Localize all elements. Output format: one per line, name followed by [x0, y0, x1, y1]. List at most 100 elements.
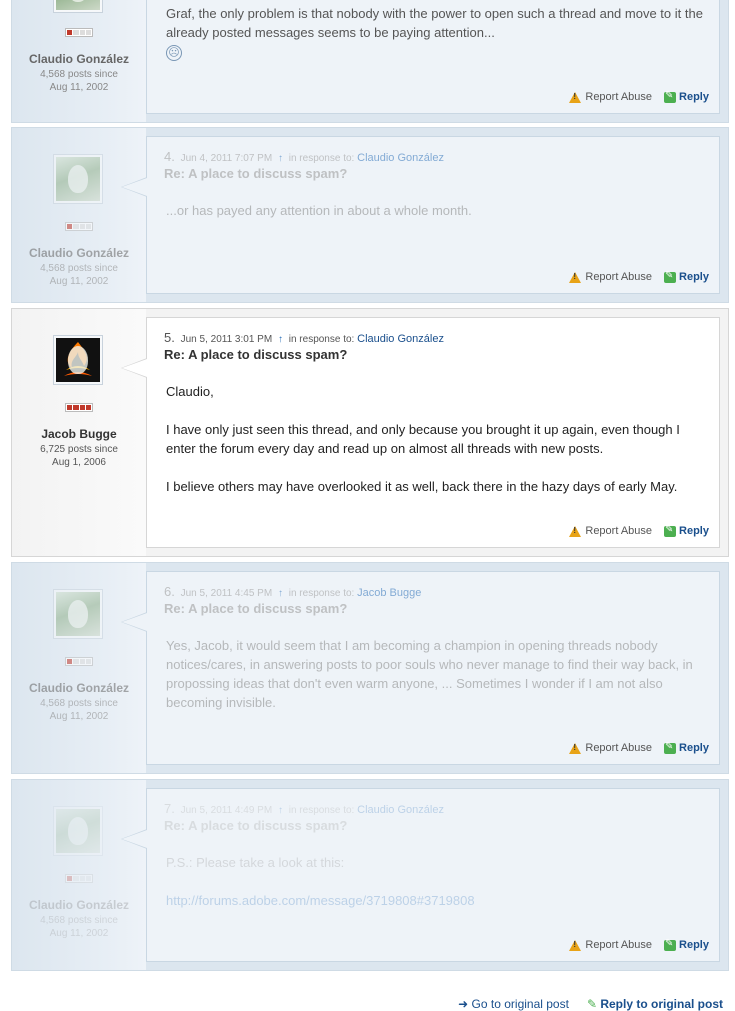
author-name[interactable]: Jacob Bugge	[12, 427, 146, 441]
message-line: I believe others may have overlooked it …	[166, 479, 678, 494]
in-response-label: in response to:	[288, 334, 355, 345]
message-line: notices/cares, in answering posts to poo…	[166, 657, 693, 672]
author-panel: Jacob Bugge 6,725 posts since Aug 1, 200…	[12, 309, 146, 556]
author-posts: 4,568 posts since	[40, 915, 118, 926]
author-panel: Claudio González 4,568 posts since Aug 1…	[12, 563, 146, 773]
avatar[interactable]	[53, 154, 103, 204]
response-to-link[interactable]: Jacob Bugge	[357, 587, 421, 599]
message-text: Graf, the only problem is that nobody wi…	[166, 4, 705, 61]
message-text: Yes, Jacob, it would seem that I am beco…	[166, 636, 705, 712]
post-3: Claudio González 4,568 posts since Aug 1…	[11, 0, 729, 123]
message-line: already posted messages seems to be payi…	[166, 25, 495, 40]
author-posts: 6,725 posts since	[40, 444, 118, 455]
author-since: Aug 11, 2002	[49, 276, 109, 287]
post-actions: Report Abuse Reply	[569, 938, 709, 951]
reply-link[interactable]: Reply	[664, 90, 709, 103]
post-5: Jacob Bugge 6,725 posts since Aug 1, 200…	[11, 308, 729, 557]
post-actions: Report Abuse Reply	[569, 524, 709, 537]
reply-link[interactable]: Reply	[664, 524, 709, 537]
reply-link[interactable]: Reply	[664, 938, 709, 951]
author-name[interactable]: Claudio González	[12, 898, 146, 912]
post-7: Claudio González 4,568 posts since Aug 1…	[11, 779, 729, 971]
response-to-link[interactable]: Claudio González	[357, 152, 444, 164]
post-meta: 7. Jun 5, 2011 4:49 PM ↑ in response to:…	[164, 801, 444, 816]
message-line: I have only just seen this thread, and o…	[166, 422, 680, 437]
message-line: Yes, Jacob, it would seem that I am beco…	[166, 638, 658, 653]
warning-icon	[569, 271, 582, 283]
post-subject[interactable]: Re: A place to discuss spam?	[164, 818, 347, 833]
post-6: Claudio González 4,568 posts since Aug 1…	[11, 562, 729, 774]
post-subject[interactable]: Re: A place to discuss spam?	[164, 166, 347, 181]
avatar[interactable]	[53, 335, 103, 385]
post-body: 5. Jun 5, 2011 3:01 PM ↑ in response to:…	[121, 317, 720, 548]
rank-meter	[65, 657, 93, 666]
reply-icon	[664, 938, 677, 951]
post-actions: Report Abuse Reply	[569, 90, 709, 103]
post-subject[interactable]: Re: A place to discuss spam?	[164, 601, 347, 616]
reply-icon	[664, 524, 677, 537]
author-since: Aug 11, 2002	[49, 82, 109, 93]
post-number: 5.	[164, 330, 175, 345]
message-line: enter the forum every day and read up on…	[166, 441, 604, 456]
warning-icon	[569, 939, 582, 951]
author-since: Aug 1, 2006	[52, 457, 106, 468]
report-abuse-link[interactable]: Report Abuse	[569, 271, 652, 283]
report-abuse-link[interactable]: Report Abuse	[569, 91, 652, 103]
message-line: Graf, the only problem is that nobody wi…	[166, 6, 703, 21]
post-date: Jun 4, 2011 7:07 PM	[180, 153, 273, 164]
rank-meter	[65, 874, 93, 883]
author-panel: Claudio González 4,568 posts since Aug 1…	[12, 0, 146, 122]
arrow-up-icon[interactable]: ↑	[278, 153, 283, 164]
response-to-link[interactable]: Claudio González	[357, 804, 444, 816]
avatar[interactable]	[53, 589, 103, 639]
post-date: Jun 5, 2011 3:01 PM	[180, 334, 273, 345]
in-response-label: in response to:	[288, 805, 355, 816]
post-body: 6. Jun 5, 2011 4:45 PM ↑ in response to:…	[121, 571, 720, 765]
flame-logo-icon	[64, 342, 92, 376]
author-name[interactable]: Claudio González	[12, 52, 146, 66]
arrow-up-icon[interactable]: ↑	[278, 588, 283, 599]
report-abuse-link[interactable]: Report Abuse	[569, 742, 652, 754]
warning-icon	[569, 91, 582, 103]
rank-meter	[65, 222, 93, 231]
report-abuse-link[interactable]: Report Abuse	[569, 939, 652, 951]
author-panel: Claudio González 4,568 posts since Aug 1…	[12, 128, 146, 302]
arrow-up-icon[interactable]: ↑	[278, 805, 283, 816]
post-4: Claudio González 4,568 posts since Aug 1…	[11, 127, 729, 303]
author-name[interactable]: Claudio González	[12, 246, 146, 260]
author-name[interactable]: Claudio González	[12, 681, 146, 695]
message-text: ...or has payed any attention in about a…	[166, 203, 472, 218]
message-line: propossing ideas that don't even warm an…	[166, 676, 663, 691]
in-response-label: in response to:	[288, 588, 355, 599]
reply-link[interactable]: Reply	[664, 741, 709, 754]
author-posts: 4,568 posts since	[40, 69, 118, 80]
in-response-label: in response to:	[288, 153, 355, 164]
message-line: becoming invisible.	[166, 695, 276, 710]
author-panel: Claudio González 4,568 posts since Aug 1…	[12, 780, 146, 970]
arrow-up-icon[interactable]: ↑	[278, 334, 283, 345]
message-text: Claudio, I have only just seen this thre…	[166, 382, 705, 496]
author-posts: 4,568 posts since	[40, 263, 118, 274]
reply-link[interactable]: Reply	[664, 270, 709, 283]
post-subject[interactable]: Re: A place to discuss spam?	[164, 347, 347, 362]
response-to-link[interactable]: Claudio González	[357, 333, 444, 345]
post-body: Graf, the only problem is that nobody wi…	[146, 0, 720, 114]
message-text: P.S.: Please take a look at this: http:/…	[166, 853, 705, 910]
post-actions: Report Abuse Reply	[569, 270, 709, 283]
message-line: Claudio,	[166, 384, 214, 399]
message-link[interactable]: http://forums.adobe.com/message/3719808#…	[166, 891, 705, 910]
post-number: 7.	[164, 801, 175, 816]
reply-icon	[664, 90, 677, 103]
report-abuse-link[interactable]: Report Abuse	[569, 525, 652, 537]
frown-emoticon-icon: ☹	[166, 45, 182, 61]
author-since: Aug 11, 2002	[49, 711, 109, 722]
warning-icon	[569, 742, 582, 754]
post-body: 4. Jun 4, 2011 7:07 PM ↑ in response to:…	[121, 136, 720, 294]
avatar[interactable]	[53, 0, 103, 13]
warning-icon	[569, 525, 582, 537]
reply-icon	[664, 741, 677, 754]
rank-meter	[65, 403, 93, 412]
avatar[interactable]	[53, 806, 103, 856]
reply-icon	[664, 270, 677, 283]
post-number: 4.	[164, 149, 175, 164]
